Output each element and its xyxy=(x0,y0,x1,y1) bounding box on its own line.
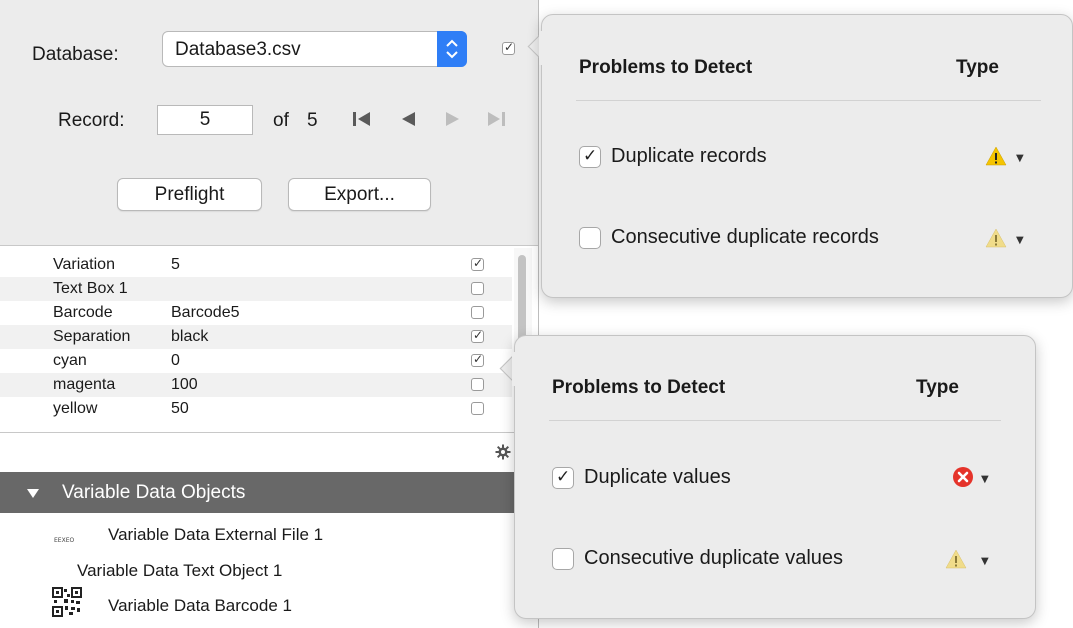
record-label: Record: xyxy=(58,110,125,131)
row-checkbox[interactable] xyxy=(471,306,484,319)
row-checkbox[interactable] xyxy=(471,282,484,295)
preflight-button[interactable]: Preflight xyxy=(117,178,262,211)
last-record-icon[interactable] xyxy=(486,110,506,133)
row-checkbox[interactable] xyxy=(471,402,484,415)
table-scroll-thumb[interactable] xyxy=(518,255,526,345)
qr-code-icon xyxy=(52,587,82,617)
database-select-value: Database3.csv xyxy=(175,39,301,60)
popover-value-problems: Problems to Detect Type Duplicate values… xyxy=(512,335,1036,619)
disclosure-triangle-icon[interactable] xyxy=(26,484,40,506)
duplicate-records-checkbox[interactable] xyxy=(579,146,601,168)
problems-header: Problems to Detect xyxy=(552,377,726,398)
record-of-label: of xyxy=(273,110,289,131)
table-divider xyxy=(0,432,538,433)
warning-icon[interactable] xyxy=(985,146,1007,171)
problems-header: Problems to Detect xyxy=(579,57,753,78)
table-row[interactable]: Text Box 1 xyxy=(0,277,512,301)
row-checkbox[interactable] xyxy=(471,352,484,367)
table-row[interactable]: magenta 100 xyxy=(0,373,512,397)
database-checkbox[interactable] xyxy=(502,40,515,55)
vdo-item-external-file[interactable]: Variable Data External File 1 xyxy=(108,525,323,545)
table-row[interactable]: Variation 5 xyxy=(0,253,512,277)
database-select[interactable]: Database3.csv xyxy=(162,31,467,67)
duplicate-records-label: Duplicate records xyxy=(611,145,767,167)
warning-icon[interactable] xyxy=(945,549,967,574)
vdo-section-title: Variable Data Objects xyxy=(62,482,246,503)
warning-icon[interactable] xyxy=(985,228,1007,253)
vdo-item-text-object[interactable]: Variable Data Text Object 1 xyxy=(77,561,282,581)
export-button[interactable]: Export... xyxy=(288,178,431,211)
consecutive-duplicate-values-checkbox[interactable] xyxy=(552,548,574,570)
duplicate-values-checkbox[interactable] xyxy=(552,467,574,489)
table-clip xyxy=(0,421,512,432)
external-file-icon: EEXEO xyxy=(54,532,84,544)
previous-record-icon[interactable] xyxy=(399,110,417,133)
table-row[interactable]: cyan 0 xyxy=(0,349,512,373)
duplicate-values-label: Duplicate values xyxy=(584,466,731,488)
next-record-icon[interactable] xyxy=(444,110,462,133)
chevron-down-icon[interactable]: ▼ xyxy=(981,474,989,485)
vdo-item-barcode[interactable]: Variable Data Barcode 1 xyxy=(108,596,292,616)
database-label: Database: xyxy=(32,44,119,65)
gear-icon[interactable] xyxy=(495,444,511,465)
consecutive-duplicate-records-label: Consecutive duplicate records xyxy=(611,226,879,248)
row-checkbox[interactable] xyxy=(471,378,484,391)
consecutive-duplicate-records-checkbox[interactable] xyxy=(579,227,601,249)
left-panel: Database: Database3.csv Record: 5 of 5 P… xyxy=(0,0,538,628)
chevron-down-icon[interactable]: ▼ xyxy=(981,556,989,567)
chevron-down-icon[interactable]: ▼ xyxy=(1016,153,1024,164)
record-total: 5 xyxy=(307,110,318,131)
record-input[interactable]: 5 xyxy=(157,105,253,135)
error-icon[interactable] xyxy=(952,466,974,493)
type-header: Type xyxy=(916,377,959,398)
updown-chevron-icon xyxy=(437,31,467,67)
svg-text:EEXEO: EEXEO xyxy=(54,537,74,544)
consecutive-duplicate-values-label: Consecutive duplicate values xyxy=(584,547,844,569)
row-checkbox[interactable] xyxy=(471,328,484,343)
type-header: Type xyxy=(956,57,999,78)
table-row[interactable]: Barcode Barcode5 xyxy=(0,301,512,325)
vdo-section-header[interactable]: Variable Data Objects xyxy=(0,472,538,513)
chevron-down-icon[interactable]: ▼ xyxy=(1016,235,1024,246)
table-row[interactable]: Separation black xyxy=(0,325,512,349)
row-checkbox[interactable] xyxy=(471,256,484,271)
popover-separator xyxy=(576,100,1041,101)
popover-record-problems: Problems to Detect Type Duplicate record… xyxy=(539,14,1073,298)
first-record-icon[interactable] xyxy=(352,110,372,133)
popover-separator xyxy=(549,420,1001,421)
